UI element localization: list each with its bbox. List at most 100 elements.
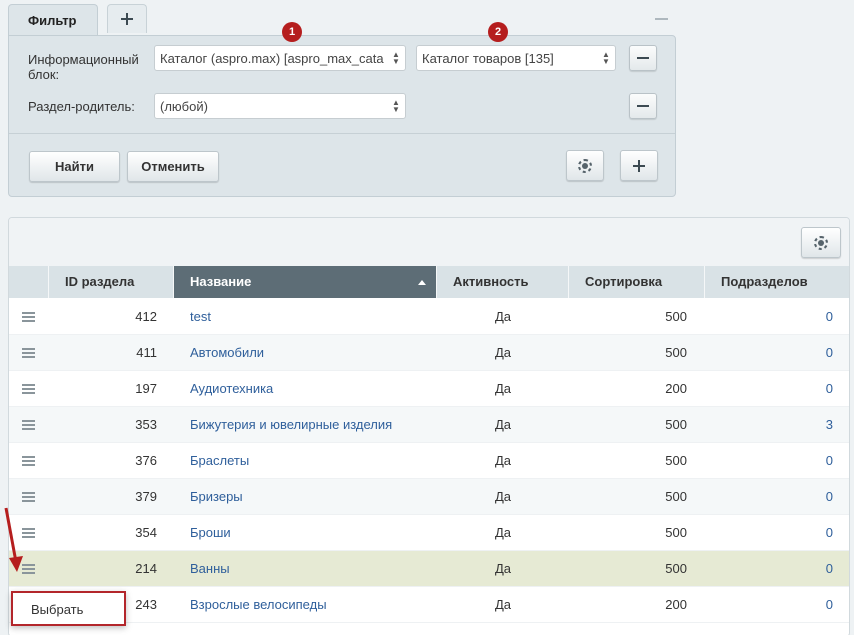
add-filter-field-button[interactable] [620,150,658,181]
filter-settings-button[interactable] [566,150,604,181]
iblock-type-select[interactable]: Каталог (aspro.max) [aspro_max_cata ▲ ▼ [154,45,406,71]
table-row[interactable]: 354 Броши Да 500 0 [9,515,849,551]
cancel-button[interactable]: Отменить [127,151,219,182]
plus-icon [633,159,645,172]
annotation-arrow-icon [4,507,23,572]
cell-id: 354 [135,525,157,540]
remove-parent-field-button[interactable] [629,93,657,119]
remove-iblock-field-button[interactable] [629,45,657,71]
header-id[interactable]: ID раздела [49,266,174,298]
row-menu-icon[interactable] [22,384,35,394]
grid-settings-button[interactable] [801,227,841,258]
cell-name-link[interactable]: Бризеры [190,479,243,515]
cell-name-link[interactable]: Ванны [190,551,230,587]
table-row[interactable]: 379 Бризеры Да 500 0 [9,479,849,515]
header-sort[interactable]: Сортировка [569,266,705,298]
cell-sort: 200 [665,381,687,396]
cell-id: 412 [135,309,157,324]
cell-name-link[interactable]: Бижутерия и ювелирные изделия [190,407,392,443]
cell-active: Да [494,417,512,432]
header-actions [9,266,49,298]
iblock-select[interactable]: Каталог товаров [135] ▲ ▼ [416,45,616,71]
cell-active: Да [494,489,512,504]
header-subsections[interactable]: Подразделов [705,266,849,298]
table-row[interactable]: 243 Взрослые велосипеды Да 200 0 [9,587,849,623]
header-name-label: Название [190,274,252,289]
cell-active: Да [494,525,512,540]
cell-sort: 500 [665,525,687,540]
cell-subsections-link[interactable]: 0 [705,587,833,623]
cell-active: Да [494,309,512,324]
cell-sort: 200 [665,597,687,612]
table-row[interactable]: 411 Автомобили Да 500 0 [9,335,849,371]
cell-id: 376 [135,453,157,468]
gear-icon [578,158,592,173]
cell-name-link[interactable]: test [190,299,211,335]
cell-active: Да [494,453,512,468]
row-action-menu: Выбрать [11,591,126,626]
cell-sort: 500 [665,453,687,468]
gear-icon [814,235,828,250]
cell-sort: 500 [665,489,687,504]
badge-1: 1 [282,22,302,42]
cell-name-link[interactable]: Взрослые велосипеды [190,587,327,623]
cell-id: 197 [135,381,157,396]
select-arrows-icon: ▲ ▼ [602,50,610,66]
filter-panel: Информационный блок: Каталог (aspro.max)… [8,22,676,197]
cell-subsections-link[interactable]: 0 [705,515,833,551]
grid-header: ID раздела Название Активность Сортировк… [9,266,849,298]
cell-subsections-link[interactable]: 0 [705,479,833,515]
parent-section-value: (любой) [160,99,208,114]
cell-id: 214 [135,561,157,576]
parent-section-select[interactable]: (любой) ▲ ▼ [154,93,406,119]
cell-active: Да [494,381,512,396]
find-button[interactable]: Найти [29,151,120,182]
cell-sort: 500 [665,417,687,432]
table-row[interactable]: 412 test Да 500 0 [9,299,849,335]
filter-divider [9,133,675,134]
cell-active: Да [494,597,512,612]
row-menu-icon[interactable] [22,420,35,430]
table-row[interactable]: 214 Ванны Да 500 0 [9,551,849,587]
header-name[interactable]: Название [174,266,437,298]
cell-subsections-link[interactable]: 0 [705,299,833,335]
cell-sort: 500 [665,309,687,324]
cell-name-link[interactable]: Автомобили [190,335,264,371]
table-row[interactable]: 353 Бижутерия и ювелирные изделия Да 500 3 [9,407,849,443]
tab-filter[interactable]: Фильтр [8,4,98,36]
grid-toolbar [9,218,849,266]
cell-id: 411 [136,345,157,360]
cell-id: 353 [135,417,157,432]
cell-name-link[interactable]: Браслеты [190,443,249,479]
header-active[interactable]: Активность [437,266,569,298]
select-arrows-icon: ▲ ▼ [392,50,400,66]
parent-section-label: Раздел-родитель: [28,99,135,114]
cell-active: Да [494,561,512,576]
cell-subsections-link[interactable]: 0 [705,371,833,407]
cell-name-link[interactable]: Броши [190,515,231,551]
cell-id: 379 [135,489,157,504]
add-filter-tab-button[interactable] [107,4,147,33]
iblock-type-value: Каталог (aspro.max) [aspro_max_cata [160,51,384,66]
row-menu-icon[interactable] [22,492,35,502]
cell-subsections-link[interactable]: 0 [705,335,833,371]
plus-icon [121,13,133,25]
cell-subsections-link[interactable]: 0 [705,551,833,587]
row-menu-icon[interactable] [22,312,35,322]
cell-sort: 500 [665,345,687,360]
select-arrows-icon: ▲ ▼ [392,98,400,114]
cell-sort: 500 [665,561,687,576]
row-menu-icon[interactable] [22,456,35,466]
menu-item-select[interactable]: Выбрать [31,602,83,617]
cell-active: Да [494,345,512,360]
sections-grid: ID раздела Название Активность Сортировк… [8,217,850,635]
cell-subsections-link[interactable]: 0 [705,443,833,479]
iblock-value: Каталог товаров [135] [422,51,554,66]
table-row[interactable]: 197 Аудиотехника Да 200 0 [9,371,849,407]
cell-name-link[interactable]: Аудиотехника [190,371,273,407]
cell-subsections-link[interactable]: 3 [705,407,833,443]
badge-2: 2 [488,22,508,42]
table-row[interactable]: 376 Браслеты Да 500 0 [9,443,849,479]
collapse-filter-icon[interactable] [655,18,668,20]
row-menu-icon[interactable] [22,348,35,358]
